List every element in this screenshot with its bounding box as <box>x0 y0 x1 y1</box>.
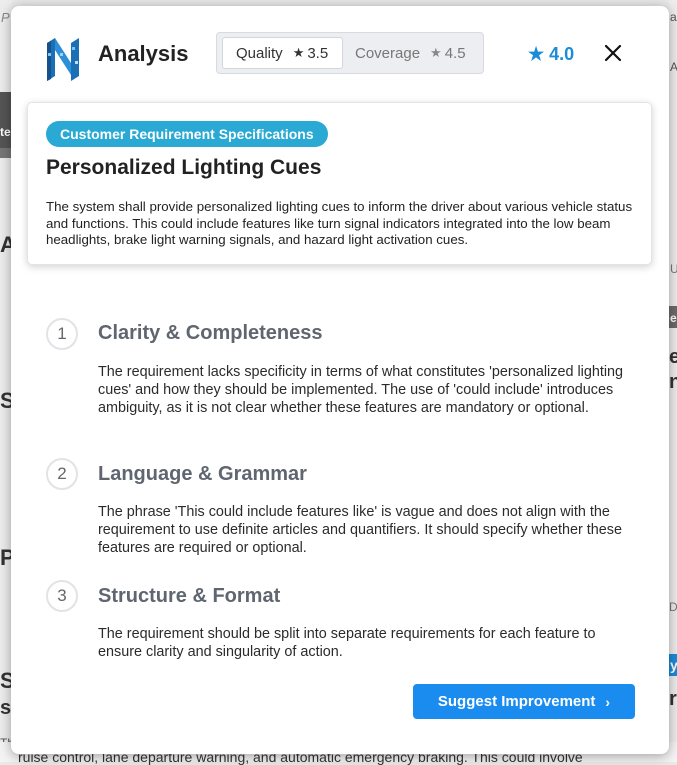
suggest-improvement-button[interactable]: Suggest Improvement › <box>413 684 635 719</box>
feedback-text: The requirement should be split into sep… <box>98 626 596 660</box>
tab-label: Quality <box>236 44 283 62</box>
tab-quality[interactable]: Quality ★ 3.5 <box>222 37 343 69</box>
background-fragment: De <box>669 600 677 614</box>
modal-header: Analysis Quality ★ 3.5 Coverage ★ 4.5 ★ … <box>11 6 669 102</box>
modal-title: Analysis <box>98 41 189 66</box>
chevron-right-icon: › <box>605 693 611 710</box>
feedback-text: The requirement lacks specificity in ter… <box>98 364 624 416</box>
background-fragment: e <box>670 311 677 325</box>
tab-score: 3.5 <box>307 44 329 62</box>
requirement-text: The system shall provide personalized li… <box>46 199 633 247</box>
background-fragment: te <box>0 125 11 139</box>
requirement-category-badge: Customer Requirement Specifications <box>46 121 328 147</box>
background-fragment: Up <box>670 262 677 276</box>
feedback-heading: Language & Grammar <box>98 463 307 485</box>
background-fragment: P <box>1 10 10 25</box>
star-icon: ★ <box>430 45 442 60</box>
tab-score: 4.5 <box>444 44 466 62</box>
star-icon: ★ <box>292 45 305 60</box>
close-icon[interactable] <box>602 42 624 64</box>
feedback-number: 1 <box>46 318 78 350</box>
requirement-card: Customer Requirement Specifications Pers… <box>27 102 652 265</box>
overall-score: ★ 4.0 <box>528 44 574 65</box>
tab-coverage[interactable]: Coverage ★ 4.5 <box>355 37 480 69</box>
requirement-title: Personalized Lighting Cues <box>46 156 322 179</box>
background-fragment: s <box>0 697 12 719</box>
overall-score-value: 4.0 <box>549 44 575 64</box>
feedback-heading: Structure & Format <box>98 585 281 607</box>
suggest-improvement-label: Suggest Improvement <box>437 693 596 710</box>
score-tabs: Quality ★ 3.5 Coverage ★ 4.5 <box>216 32 484 74</box>
feedback-number: 2 <box>46 458 78 490</box>
analysis-logo-icon <box>47 38 79 81</box>
background-fragment: y <box>670 657 677 673</box>
tab-label: Coverage <box>355 44 421 62</box>
analysis-modal: Analysis Quality ★ 3.5 Coverage ★ 4.5 ★ … <box>11 6 669 754</box>
background-fragment: ar <box>670 10 677 24</box>
feedback-text: The phrase 'This could include features … <box>98 504 622 556</box>
background-fragment: n <box>669 371 677 393</box>
background-fragment: ra <box>669 688 677 710</box>
feedback-heading: Clarity & Completeness <box>98 322 323 344</box>
feedback-number: 3 <box>46 580 78 612</box>
background-fragment: Ac <box>670 60 677 74</box>
background-fragment: e <box>669 346 677 368</box>
star-icon: ★ <box>528 44 545 64</box>
